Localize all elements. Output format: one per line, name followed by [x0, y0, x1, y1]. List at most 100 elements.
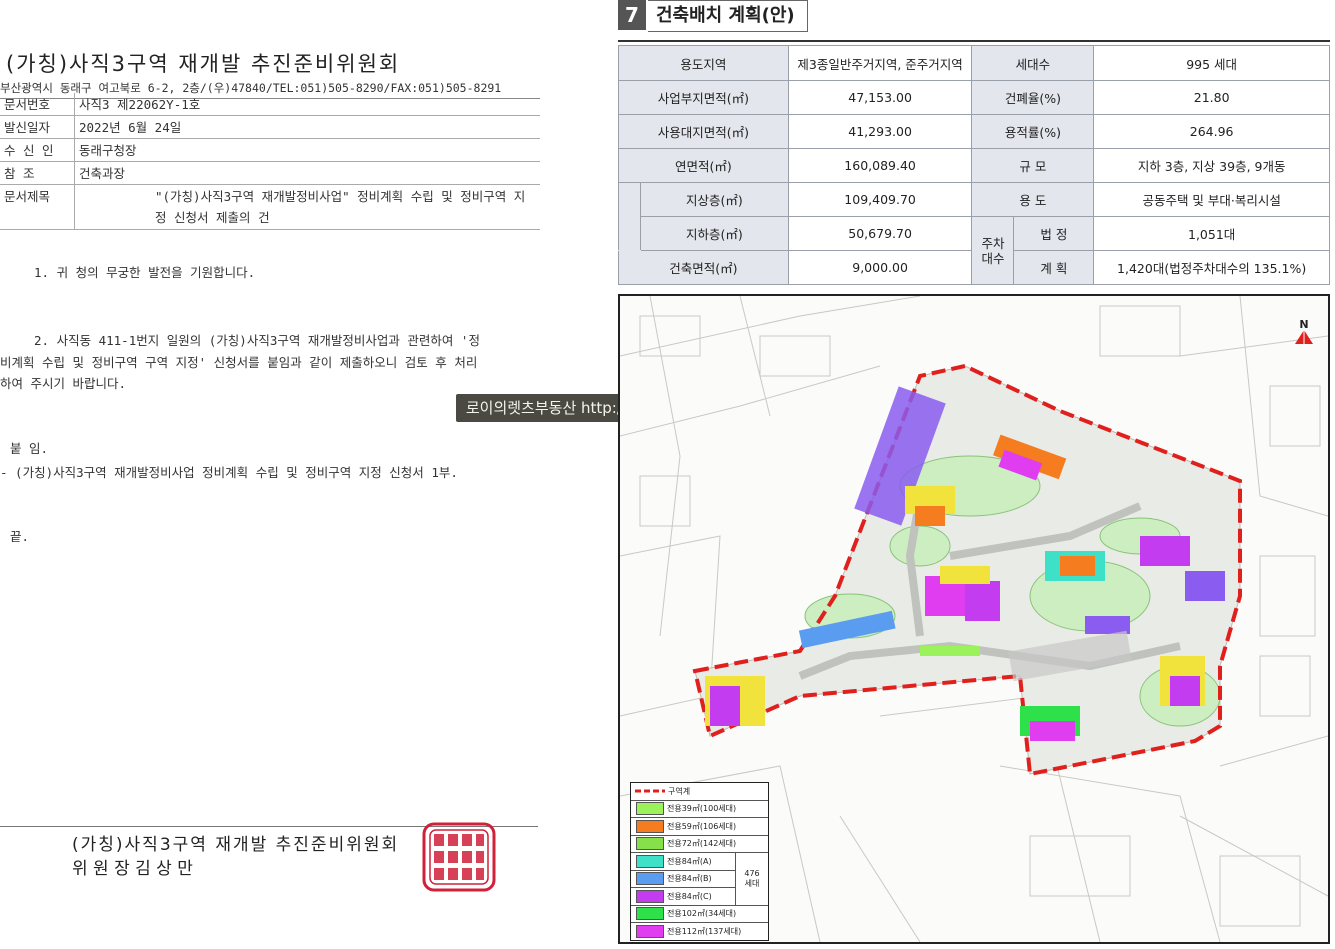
building-block — [1085, 616, 1130, 634]
units-value: 995 세대 — [1093, 45, 1330, 81]
legend-row: 전용84㎡(A) — [631, 853, 735, 871]
legend-label: 전용102㎡(34세대) — [667, 909, 737, 919]
meta-row: 수 신 인 동래구청장 — [0, 138, 540, 162]
meta-value: 사직3 제22062Y-1호 — [74, 93, 540, 116]
meta-label: 수 신 인 — [0, 138, 75, 162]
building-block — [915, 506, 945, 526]
parking-label: 주차 대수 — [971, 216, 1015, 285]
building-block — [1140, 536, 1190, 566]
gfa-value: 160,089.40 — [787, 148, 973, 183]
meta-label: 발신일자 — [0, 115, 75, 139]
building-block — [710, 686, 740, 726]
use-site-value: 41,293.00 — [787, 114, 973, 149]
north-arrow-icon: N — [1295, 318, 1313, 344]
end-mark: 끝. — [10, 529, 30, 544]
legend-row: 전용84㎡(B) — [631, 871, 735, 888]
legend-label: 전용84㎡(A) — [667, 856, 712, 866]
site-area-value: 47,153.00 — [787, 80, 973, 115]
official-seal-icon — [422, 822, 496, 892]
gfa-label: 연면적(㎡) — [618, 148, 789, 183]
section-divider — [618, 40, 1330, 42]
legend-swatch — [636, 837, 664, 851]
meta-row: 참 조 건축과장 — [0, 161, 540, 185]
planned-parking-value: 1,420대(법정주차대수의 135.1%) — [1093, 250, 1330, 285]
far-value: 264.96 — [1093, 114, 1330, 149]
meta-value: 2022년 6월 24일 — [74, 115, 540, 139]
paragraph-2-line-1: 2. 사직동 411-1번지 일원의 (가칭)사직3구역 재개발정비사업과 관련… — [34, 333, 480, 348]
paragraph-2-line-2: 비계획 수립 및 정비구역 구역 지정' 신청서를 붙임과 같이 제출하오니 검… — [0, 355, 478, 370]
section-number: 7 — [618, 0, 646, 30]
legend-label: 전용72㎡(142세대) — [667, 839, 737, 849]
legend-row: 전용112㎡(137세대) — [631, 923, 768, 940]
document-meta-table: 문서번호 사직3 제22062Y-1호 발신일자 2022년 6월 24일 수 … — [0, 93, 540, 230]
building-block — [1030, 721, 1075, 741]
legend-row-boundary: 구역계 — [631, 783, 768, 801]
legend-label: 전용59㎡(106세대) — [667, 821, 737, 831]
org-title: (가칭)사직3구역 재개발 추진준비위원회 — [6, 52, 401, 76]
indent-cell — [618, 182, 641, 251]
legend-row: 전용59㎡(106세대) — [631, 818, 768, 836]
legend-label: 전용39㎡(100세대) — [667, 804, 737, 814]
units-label: 세대수 — [971, 45, 1095, 81]
scale-value: 지하 3층, 지상 39층, 9개동 — [1093, 148, 1330, 183]
meta-value: 건축과장 — [74, 161, 540, 185]
building-plan-table: 용도지역 제3종일반주거지역, 준주거지역 세대수 995 세대 사업부지면적(… — [618, 45, 1330, 285]
coverage-value: 21.80 — [1093, 80, 1330, 115]
zone-label: 용도지역 — [618, 45, 789, 81]
meta-value-subject: "(가칭)사직3구역 재개발정비사업" 정비계획 수립 및 정비구역 지정 신청… — [74, 184, 540, 230]
legend-label: 전용84㎡(C) — [667, 891, 712, 901]
meta-label: 문서번호 — [0, 93, 75, 116]
building-block — [1060, 556, 1095, 576]
zone-value: 제3종일반주거지역, 준주거지역 — [787, 45, 973, 81]
building-area-value: 9,000.00 — [787, 250, 973, 285]
legal-parking-value: 1,051대 — [1093, 216, 1330, 251]
meta-label: 참 조 — [0, 161, 75, 185]
legend-swatch — [636, 889, 664, 903]
use-value: 공동주택 및 부대·복리시설 — [1093, 182, 1330, 217]
above-ground-label: 지상층(㎡) — [639, 182, 789, 217]
coverage-label: 건폐율(%) — [971, 80, 1095, 115]
meta-label: 문서제목 — [0, 184, 75, 230]
scale-label: 규 모 — [971, 148, 1095, 183]
legend-swatch — [636, 819, 664, 833]
building-block — [965, 581, 1000, 621]
use-site-label: 사용대지면적(㎡) — [618, 114, 789, 149]
meta-row: 발신일자 2022년 6월 24일 — [0, 115, 540, 139]
legend-swatch — [636, 854, 664, 868]
legend-swatch — [636, 872, 664, 886]
legend-row: 전용84㎡(C) — [631, 888, 735, 905]
building-block — [1185, 571, 1225, 601]
paragraph-1: 1. 귀 청의 무궁한 발전을 기원합니다. — [34, 265, 256, 280]
planned-parking-label: 계 획 — [1013, 250, 1095, 285]
below-ground-value: 50,679.70 — [787, 216, 973, 251]
legend-row: 전용39㎡(100세대) — [631, 801, 768, 818]
meta-value: 동래구청장 — [74, 138, 540, 162]
legend-swatch — [636, 802, 664, 816]
legend-84-group: 전용84㎡(A) 전용84㎡(B) 전용84㎡(C) 476 세대 — [631, 853, 768, 906]
use-label: 용 도 — [971, 182, 1095, 217]
meta-row: 문서번호 사직3 제22062Y-1호 — [0, 93, 540, 116]
meta-row: 문서제목 "(가칭)사직3구역 재개발정비사업" 정비계획 수립 및 정비구역 … — [0, 184, 540, 230]
section-title: 건축배치 계획(안) — [648, 0, 808, 32]
legend-label: 전용112㎡(137세대) — [667, 926, 742, 936]
signature-org: (가칭)사직3구역 재개발 추진준비위원회 — [72, 835, 400, 855]
legend-swatch — [636, 907, 664, 921]
attachment-label: 붙 임. — [10, 441, 49, 456]
legend-swatch — [636, 924, 664, 938]
paragraph-2-line-3: 하여 주시기 바랍니다. — [0, 376, 127, 391]
map-legend: 구역계 전용39㎡(100세대) 전용59㎡(106세대) 전용72㎡(142세… — [630, 782, 769, 941]
boundary-line-icon — [635, 789, 665, 793]
building-block — [1170, 676, 1200, 706]
signature-name: 위 원 장 김 상 만 — [72, 859, 193, 879]
below-ground-label: 지하층(㎡) — [639, 216, 789, 251]
legend-group-count: 476 세대 — [744, 868, 760, 888]
legend-label: 전용84㎡(B) — [667, 874, 712, 884]
building-block — [920, 646, 980, 656]
above-ground-value: 109,409.70 — [787, 182, 973, 217]
legend-row: 전용102㎡(34세대) — [631, 906, 768, 923]
building-area-label: 건축면적(㎡) — [618, 250, 789, 285]
building-block — [940, 566, 990, 584]
legend-row: 전용72㎡(142세대) — [631, 836, 768, 853]
legend-label: 구역계 — [668, 786, 691, 796]
legal-parking-label: 법 정 — [1013, 216, 1095, 251]
